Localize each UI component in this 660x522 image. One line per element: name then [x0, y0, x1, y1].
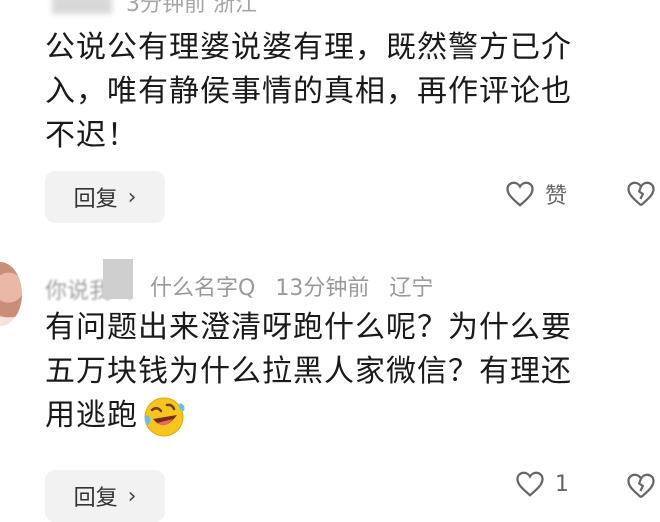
comment2-like-button[interactable]: 1	[515, 470, 569, 498]
broken-heart-icon	[627, 473, 655, 499]
comment1-line2: 入，唯有静侯事情的真相，再作评论也	[45, 74, 572, 109]
reply-label: 回复	[73, 187, 118, 212]
comment1-meta: 3分钟前 浙江	[52, 0, 257, 18]
mosaic-block	[103, 259, 133, 299]
comment2-line1: 有问题出来澄清呀跑什么呢？为什么要	[45, 310, 572, 345]
comment2-location: 辽宁	[389, 276, 434, 301]
reply-label: 回复	[73, 486, 118, 511]
comment2-time: 13分钟前	[275, 276, 370, 301]
username-blurred[interactable]: 你说我叫	[45, 259, 150, 304]
comment1-like-button[interactable]: 赞	[505, 178, 567, 210]
chevron-right-icon: ›	[127, 483, 137, 509]
comment1-text: 公说公有理婆说婆有理，既然警方已介 入，唯有静侯事情的真相，再作评论也 不迟！	[45, 26, 645, 158]
username-blur	[52, 0, 112, 14]
comment2-text: 有问题出来澄清呀跑什么呢？为什么要 五万块钱为什么拉黑人家微信？有理还 用逃跑	[45, 306, 645, 439]
heart-icon	[516, 471, 544, 497]
username[interactable]: 什么名字Q	[150, 270, 255, 302]
comment2-reply-button[interactable]: 回复 ›	[45, 470, 165, 522]
broken-heart-icon	[627, 181, 655, 207]
comment1-line1: 公说公有理婆说婆有理，既然警方已介	[45, 30, 572, 65]
avatar[interactable]	[0, 262, 22, 326]
like-count: 1	[555, 471, 569, 497]
comment2-line3-wrap: 用逃跑	[45, 394, 645, 439]
chevron-right-icon: ›	[127, 184, 137, 210]
comment1-line3: 不迟！	[45, 118, 138, 153]
comment2-line3: 用逃跑	[45, 398, 138, 433]
comment2-dislike-button[interactable]	[626, 472, 656, 504]
comment2-meta: 你说我叫 什么名字Q 13分钟前 辽宁	[45, 259, 434, 304]
comment1-reply-button[interactable]: 回复 ›	[45, 171, 165, 223]
comment2-line2: 五万块钱为什么拉黑人家微信？有理还	[45, 354, 572, 389]
comment1-dislike-button[interactable]	[626, 180, 656, 212]
rolling-laughing-emoji-icon	[144, 397, 185, 436]
heart-icon	[506, 181, 534, 207]
like-label: 赞	[545, 184, 568, 209]
